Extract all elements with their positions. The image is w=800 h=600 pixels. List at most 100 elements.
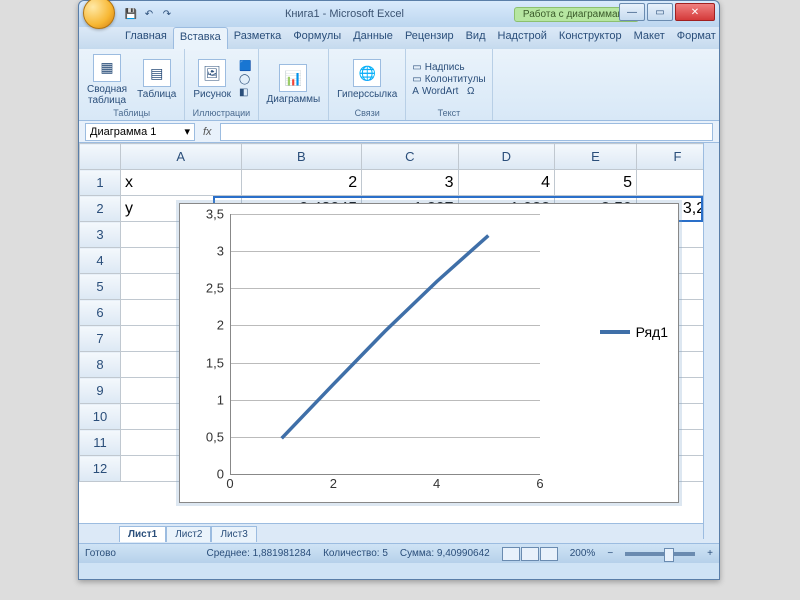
table-icon: ▤: [143, 59, 171, 87]
row-header-6[interactable]: 6: [80, 300, 121, 326]
row-header-8[interactable]: 8: [80, 352, 121, 378]
select-all-corner[interactable]: [80, 144, 121, 170]
row-header-1[interactable]: 1: [80, 170, 121, 196]
status-average: Среднее: 1,881981284: [207, 548, 312, 559]
name-box-value: Диаграмма 1: [90, 126, 156, 138]
chart-legend[interactable]: Ряд1: [600, 324, 668, 340]
textbox-button[interactable]: ▭ Надпись: [412, 62, 464, 73]
tab-макет[interactable]: Макет: [628, 27, 671, 49]
fx-icon[interactable]: fx: [203, 126, 212, 138]
pivot-table-button[interactable]: ▦ Сводная таблица: [85, 52, 129, 108]
row-header-11[interactable]: 11: [80, 430, 121, 456]
tab-формулы[interactable]: Формулы: [287, 27, 347, 49]
row-header-10[interactable]: 10: [80, 404, 121, 430]
name-box[interactable]: Диаграмма 1 ▾: [85, 123, 195, 141]
tab-надстрой[interactable]: Надстрой: [492, 27, 553, 49]
picture-label: Рисунок: [193, 89, 231, 100]
zoom-level[interactable]: 200%: [570, 548, 596, 559]
row-header-2[interactable]: 2: [80, 196, 121, 222]
cell-C1[interactable]: 3: [362, 170, 458, 196]
group-links-label: Связи: [355, 108, 380, 118]
group-links: 🌐 Гиперссылка Связи: [329, 49, 406, 120]
headerfooter-button[interactable]: ▭ Колонтитулы: [412, 74, 485, 85]
save-icon[interactable]: 💾: [123, 6, 139, 22]
col-header-A[interactable]: A: [120, 144, 241, 170]
status-sum: Сумма: 9,40990642: [400, 548, 490, 559]
chart-y-ticks: 00,511,522,533,5: [180, 214, 228, 474]
excel-window: 💾 ↶ ↷ Книга1 - Microsoft Excel Работа с …: [78, 0, 720, 580]
clipart-icon[interactable]: 🟦: [239, 61, 251, 72]
cell-E1[interactable]: 5: [554, 170, 636, 196]
tab-разметка[interactable]: Разметка: [228, 27, 288, 49]
vertical-scrollbar[interactable]: [703, 143, 719, 539]
tab-формат[interactable]: Формат: [671, 27, 722, 49]
group-text: ▭ Надпись ▭ Колонтитулы A WordArt Ω Текс…: [406, 49, 492, 120]
status-bar: Готово Среднее: 1,881981284 Количество: …: [79, 543, 719, 563]
shapes-icon[interactable]: ◯: [239, 74, 251, 85]
maximize-button[interactable]: ▭: [647, 3, 673, 21]
col-header-E[interactable]: E: [554, 144, 636, 170]
undo-icon[interactable]: ↶: [141, 6, 157, 22]
tab-конструктор[interactable]: Конструктор: [553, 27, 628, 49]
group-text-label: Текст: [438, 108, 461, 118]
row-header-3[interactable]: 3: [80, 222, 121, 248]
minimize-button[interactable]: —: [619, 3, 645, 21]
charts-button[interactable]: 📊 Диаграммы: [265, 62, 323, 107]
status-count: Количество: 5: [323, 548, 388, 559]
tab-вид[interactable]: Вид: [460, 27, 492, 49]
zoom-slider[interactable]: [625, 552, 695, 556]
sheet-tab-Лист3[interactable]: Лист3: [211, 526, 256, 542]
sheet-tabs: Лист1Лист2Лист3: [79, 523, 719, 543]
redo-icon[interactable]: ↷: [159, 6, 175, 22]
sheet-tab-Лист2[interactable]: Лист2: [166, 526, 211, 542]
col-header-D[interactable]: D: [458, 144, 554, 170]
ribbon-tabs: ГлавнаяВставкаРазметкаФормулыДанныеРецен…: [79, 27, 719, 49]
chevron-down-icon[interactable]: ▾: [184, 125, 190, 138]
ribbon: ▦ Сводная таблица ▤ Таблица Таблицы 🖼 Ри…: [79, 49, 719, 121]
group-tables: ▦ Сводная таблица ▤ Таблица Таблицы: [79, 49, 185, 120]
titlebar: 💾 ↶ ↷ Книга1 - Microsoft Excel Работа с …: [79, 1, 719, 27]
tab-рецензир[interactable]: Рецензир: [399, 27, 460, 49]
legend-label: Ряд1: [636, 324, 668, 340]
cell-D1[interactable]: 4: [458, 170, 554, 196]
view-buttons[interactable]: [502, 547, 558, 561]
formula-bar-row: Диаграмма 1 ▾ fx: [79, 121, 719, 143]
quick-access-toolbar: 💾 ↶ ↷: [123, 6, 175, 22]
group-charts: 📊 Диаграммы: [259, 49, 330, 120]
legend-swatch: [600, 330, 630, 334]
row-header-7[interactable]: 7: [80, 326, 121, 352]
window-title: Книга1 - Microsoft Excel: [175, 8, 514, 20]
wordart-button[interactable]: A WordArt Ω: [412, 86, 474, 97]
cell-B1[interactable]: 2: [241, 170, 362, 196]
col-header-B[interactable]: B: [241, 144, 362, 170]
col-header-C[interactable]: C: [362, 144, 458, 170]
hyperlink-button[interactable]: 🌐 Гиперссылка: [335, 57, 399, 102]
group-illustrations: 🖼 Рисунок 🟦 ◯ ◧ Иллюстрации: [185, 49, 258, 120]
chart-line-series: [230, 214, 540, 474]
row-header-9[interactable]: 9: [80, 378, 121, 404]
table-button[interactable]: ▤ Таблица: [135, 57, 178, 102]
smartart-icon[interactable]: ◧: [239, 87, 251, 98]
zoom-in-button[interactable]: +: [707, 548, 713, 559]
row-header-4[interactable]: 4: [80, 248, 121, 274]
group-illus-label: Иллюстрации: [193, 108, 251, 118]
tab-главная[interactable]: Главная: [119, 27, 173, 49]
row-header-5[interactable]: 5: [80, 274, 121, 300]
sheet-tab-Лист1[interactable]: Лист1: [119, 526, 166, 542]
worksheet-grid[interactable]: ABCDEF1x234562y0,480451,2071,9222,593,21…: [79, 143, 719, 523]
office-button[interactable]: [83, 0, 115, 29]
cell-A1[interactable]: x: [120, 170, 241, 196]
tab-данные[interactable]: Данные: [347, 27, 399, 49]
close-button[interactable]: ✕: [675, 3, 715, 21]
embedded-chart[interactable]: 00,511,522,533,5 0246 Ряд1: [179, 203, 679, 503]
status-ready: Готово: [85, 548, 116, 559]
tab-вставка[interactable]: Вставка: [173, 27, 228, 49]
zoom-out-button[interactable]: −: [607, 548, 613, 559]
window-controls: — ▭ ✕: [617, 3, 715, 21]
charts-label: Диаграммы: [267, 94, 321, 105]
row-header-12[interactable]: 12: [80, 456, 121, 482]
picture-button[interactable]: 🖼 Рисунок: [191, 57, 233, 102]
formula-bar[interactable]: [220, 123, 713, 141]
table-label: Таблица: [137, 89, 176, 100]
hyperlink-label: Гиперссылка: [337, 89, 397, 100]
